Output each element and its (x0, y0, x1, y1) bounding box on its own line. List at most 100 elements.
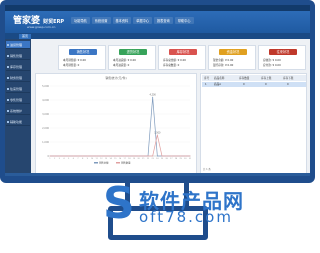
sidebar-item-accounts[interactable]: 往来管理 (6, 85, 30, 93)
sidebar-item-inventory[interactable]: 库存管理 (6, 63, 30, 71)
stage: 管家婆ERP财贸双全 V3.0 - [首页] - 服务器管理控制台 管家婆 财贸… (0, 0, 315, 253)
data-point (180, 155, 182, 157)
data-label: 1,500 (154, 132, 161, 135)
data-point (49, 155, 51, 157)
sidebar-item-purchase[interactable]: 进货管理 (6, 41, 30, 49)
data-point (147, 155, 149, 157)
series-line (50, 134, 190, 157)
x-tick-label: 30 (184, 158, 187, 160)
nav-help[interactable]: 帮助中心 (174, 17, 194, 24)
col-header-qty[interactable]: 库存数量 (239, 76, 249, 80)
x-tick-label: 12 (100, 158, 102, 160)
stat-card-funds[interactable]: 资金状况 现金余额: ¥ 0.00 银行存款: ¥ 0.00 (208, 45, 256, 70)
card-line: 银行存款: ¥ 0.00 (213, 64, 234, 67)
card-line: 本月进货量: 0 (113, 64, 130, 67)
x-tick-label: 9 (87, 158, 89, 160)
sidebar-item-finance[interactable]: 财务管理 (6, 74, 30, 82)
x-tick-label: 14 (110, 158, 113, 160)
nav-settings[interactable]: 系统设置 (91, 17, 111, 24)
tab-bar: 首页 (5, 33, 310, 39)
nav-documents[interactable]: 单据中心 (133, 17, 152, 24)
card-line: 现金余额: ¥ 0.00 (213, 59, 234, 62)
data-point (156, 155, 158, 157)
col-header-min[interactable]: 库存下限 (283, 76, 293, 80)
nav-basic-data[interactable]: 基本资料 (112, 17, 132, 24)
x-tick-label: 22 (147, 158, 149, 160)
data-point (100, 155, 102, 157)
watermark-s: S (103, 178, 135, 229)
card-title: 进货状况 (119, 49, 147, 55)
nav-reports[interactable]: 报表查询 (154, 17, 173, 24)
x-tick-label: 28 (175, 158, 178, 160)
table-cell: 0 (243, 83, 245, 86)
data-point (86, 155, 88, 157)
sidebar-item-retail[interactable]: 零售管理 (6, 96, 30, 104)
data-point (54, 155, 56, 157)
watermark-en: oft78.com (139, 208, 233, 226)
data-point (119, 155, 121, 157)
monitor-frame: 管家婆ERP财贸双全 V3.0 - [首页] - 服务器管理控制台 管家婆 财贸… (0, 0, 315, 183)
x-tick-label: 18 (128, 158, 131, 160)
data-point (128, 155, 130, 157)
app-header: 管家婆 财贸ERP www.grasp.com.cn 功能导航 系统设置 基本资… (5, 11, 310, 33)
x-tick-label: 24 (156, 158, 159, 160)
data-point (152, 155, 154, 157)
legend-swatch (116, 162, 120, 164)
x-tick-label: 1 (49, 158, 50, 160)
watermark-logo: S 软件产品网 oft78.com (103, 178, 293, 229)
x-tick-label: 20 (138, 158, 141, 160)
table-cell: 1 (205, 83, 207, 86)
card-line: 应付款: ¥ 0.00 (263, 64, 281, 67)
card-title: 往来状况 (269, 49, 297, 55)
y-tick-label: 4,000 (42, 99, 49, 102)
card-line: 应收款: ¥ 0.00 (263, 59, 281, 62)
table-cell: 0 (265, 83, 267, 86)
sidebar-item-tools[interactable]: 辅助功能 (6, 118, 30, 126)
card-line: 本月销售量: 0 (63, 64, 80, 67)
x-tick-label: 25 (161, 158, 163, 160)
x-tick-label: 26 (166, 158, 169, 160)
x-tick-label: 13 (105, 158, 107, 160)
data-point (156, 134, 158, 136)
card-line: 库存总金额: ¥ 0.00 (163, 59, 186, 62)
card-title: 资金状况 (219, 49, 247, 55)
y-tick-label: 5,000 (42, 85, 49, 88)
data-point (161, 155, 163, 157)
data-point (170, 155, 172, 157)
app-screen: 管家婆ERP财贸双全 V3.0 - [首页] - 服务器管理控制台 管家婆 财贸… (5, 5, 310, 176)
stat-card-inventory[interactable]: 库存状况 库存总金额: ¥ 0.00 库存总数量: 0 (158, 45, 206, 70)
card-line: 本月进货额: ¥ 0.00 (113, 59, 136, 62)
col-header-name[interactable]: 商品名称 (214, 76, 224, 80)
x-tick-label: 17 (124, 158, 126, 160)
x-tick-label: 11 (96, 158, 98, 160)
sidebar-item-sales[interactable]: 销售管理 (6, 52, 30, 60)
data-point (58, 155, 60, 157)
data-point (82, 155, 84, 157)
sidebar-item-maintenance[interactable]: 系统维护 (6, 107, 30, 115)
y-tick-label: 1,000 (42, 141, 49, 144)
legend-label: 销售数量 (121, 161, 131, 165)
nav-function[interactable]: 功能导航 (71, 17, 90, 24)
data-point (152, 96, 154, 98)
y-tick-label: 2,000 (42, 127, 49, 130)
data-point (138, 155, 140, 157)
col-header-index[interactable]: 序号 (204, 76, 209, 80)
x-tick-label: 15 (114, 158, 116, 160)
sales-chart: 5,0004,0003,0002,0001,00001 2 3 4 5 6 7 8 9 10 11 1… (42, 85, 191, 165)
data-point (77, 155, 79, 157)
data-point (105, 155, 107, 157)
data-point (124, 155, 126, 157)
x-tick-label: 10 (91, 158, 94, 160)
chart-title: 销售统计(元/件) (105, 76, 127, 80)
stat-card-accounts[interactable]: 往来状况 应收款: ¥ 0.00 应付款: ¥ 0.00 (258, 45, 306, 70)
stat-card-purchase[interactable]: 进货状况 本月进货额: ¥ 0.00 本月进货量: 0 (108, 45, 156, 70)
data-point (175, 155, 177, 157)
top-nav: 功能导航 系统设置 基本资料 单据中心 报表查询 帮助中心 (71, 17, 194, 24)
col-header-max[interactable]: 库存上限 (261, 76, 271, 80)
sales-chart-panel: 5,000 4,000 3,000 2,000 1,000 0 1 2 3 4 5 6 7 8 9 10 11 1… (35, 73, 197, 174)
table-cell: 0 (287, 83, 289, 86)
data-point (96, 155, 98, 157)
x-tick-label: 23 (152, 158, 154, 160)
stat-card-sales[interactable]: 销售状况 本月销售额: ¥ 0.00 本月销售量: 0 (58, 45, 106, 70)
data-point (166, 155, 168, 157)
